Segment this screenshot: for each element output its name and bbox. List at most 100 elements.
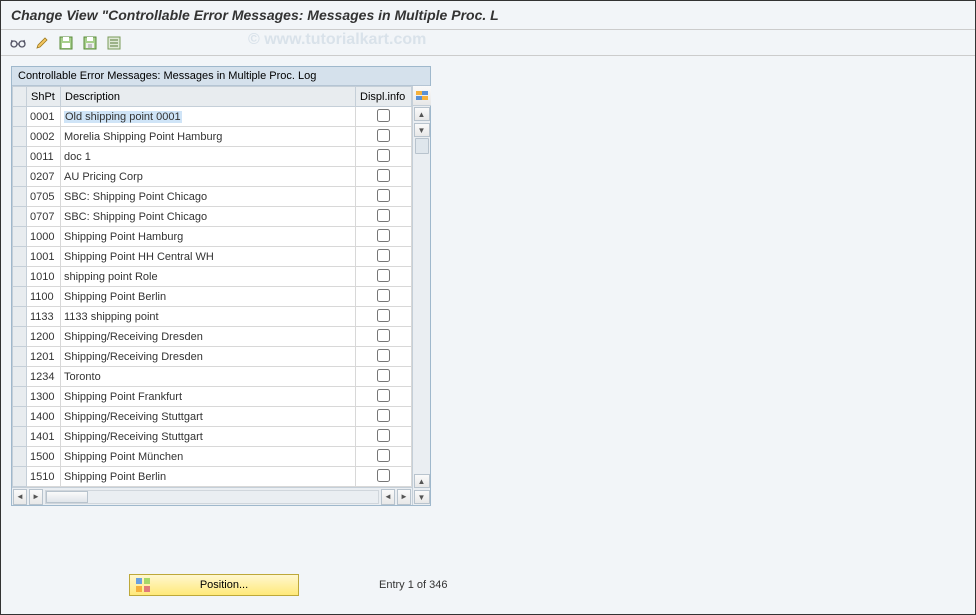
row-selector[interactable] [13, 167, 27, 187]
hscroll-thumb[interactable] [46, 491, 88, 503]
row-selector[interactable] [13, 207, 27, 227]
cell-shpt[interactable]: 1100 [27, 287, 61, 307]
cell-description[interactable]: SBC: Shipping Point Chicago [61, 207, 356, 227]
row-selector-header[interactable] [13, 87, 27, 107]
cell-shpt[interactable]: 1200 [27, 327, 61, 347]
cell-description[interactable]: Shipping Point Frankfurt [61, 387, 356, 407]
displinfo-checkbox[interactable] [377, 149, 390, 162]
cell-shpt[interactable]: 1300 [27, 387, 61, 407]
glasses-icon[interactable] [9, 34, 27, 52]
displinfo-checkbox[interactable] [377, 349, 390, 362]
cell-shpt[interactable]: 0001 [27, 107, 61, 127]
cell-description[interactable]: shipping point Role [61, 267, 356, 287]
row-selector[interactable] [13, 127, 27, 147]
displinfo-checkbox[interactable] [377, 429, 390, 442]
cell-description[interactable]: doc 1 [61, 147, 356, 167]
cell-description[interactable]: Shipping Point Hamburg [61, 227, 356, 247]
horizontal-scrollbar[interactable]: ◄ ► ◄ ► [12, 487, 412, 505]
row-selector[interactable] [13, 147, 27, 167]
row-selector[interactable] [13, 467, 27, 487]
hscroll-track[interactable] [45, 490, 379, 504]
cell-shpt[interactable]: 1400 [27, 407, 61, 427]
row-selector[interactable] [13, 327, 27, 347]
scroll-left-icon[interactable]: ◄ [13, 489, 27, 505]
cell-shpt[interactable]: 1001 [27, 247, 61, 267]
cell-shpt[interactable]: 1500 [27, 447, 61, 467]
row-selector[interactable] [13, 447, 27, 467]
cell-description[interactable]: Toronto [61, 367, 356, 387]
scroll-right2-icon[interactable]: ► [397, 489, 411, 505]
pencil-icon[interactable] [33, 34, 51, 52]
cell-shpt[interactable]: 1010 [27, 267, 61, 287]
cell-shpt[interactable]: 0707 [27, 207, 61, 227]
cell-description[interactable]: Shipping Point Berlin [61, 467, 356, 487]
displinfo-checkbox[interactable] [377, 109, 390, 122]
row-selector[interactable] [13, 387, 27, 407]
displinfo-checkbox[interactable] [377, 389, 390, 402]
list-icon[interactable] [105, 34, 123, 52]
scroll-up-step-icon[interactable]: ▲ [414, 474, 430, 488]
displinfo-checkbox[interactable] [377, 469, 390, 482]
col-shpt[interactable]: ShPt [27, 87, 61, 107]
save-icon[interactable] [57, 34, 75, 52]
displinfo-checkbox[interactable] [377, 269, 390, 282]
displinfo-checkbox[interactable] [377, 189, 390, 202]
row-selector[interactable] [13, 107, 27, 127]
col-description[interactable]: Description [61, 87, 356, 107]
position-button[interactable]: Position... [129, 574, 299, 596]
save-variant-icon[interactable] [81, 34, 99, 52]
cell-description[interactable]: Shipping/Receiving Stuttgart [61, 407, 356, 427]
cell-description[interactable]: SBC: Shipping Point Chicago [61, 187, 356, 207]
displinfo-checkbox[interactable] [377, 289, 390, 302]
row-selector[interactable] [13, 287, 27, 307]
cell-shpt[interactable]: 1401 [27, 427, 61, 447]
row-selector[interactable] [13, 307, 27, 327]
cell-shpt[interactable]: 0002 [27, 127, 61, 147]
cell-shpt[interactable]: 1510 [27, 467, 61, 487]
cell-description[interactable]: Morelia Shipping Point Hamburg [61, 127, 356, 147]
row-selector[interactable] [13, 347, 27, 367]
cell-shpt[interactable]: 0705 [27, 187, 61, 207]
displinfo-checkbox[interactable] [377, 209, 390, 222]
cell-description[interactable]: Shipping/Receiving Dresden [61, 347, 356, 367]
cell-shpt[interactable]: 1234 [27, 367, 61, 387]
row-selector[interactable] [13, 267, 27, 287]
row-selector[interactable] [13, 187, 27, 207]
row-selector[interactable] [13, 367, 27, 387]
scroll-down-step-icon[interactable]: ▼ [414, 123, 430, 137]
scroll-up-icon[interactable]: ▲ [414, 107, 430, 121]
cell-description[interactable]: Shipping Point München [61, 447, 356, 467]
row-selector[interactable] [13, 247, 27, 267]
displinfo-checkbox[interactable] [377, 229, 390, 242]
displinfo-checkbox[interactable] [377, 409, 390, 422]
cell-description[interactable]: AU Pricing Corp [61, 167, 356, 187]
vertical-scrollbar[interactable]: ▲ ▼ ▲ ▼ [412, 86, 430, 505]
cell-description[interactable]: Shipping Point HH Central WH [61, 247, 356, 267]
displinfo-checkbox[interactable] [377, 249, 390, 262]
table-settings-icon[interactable] [413, 86, 431, 106]
cell-shpt[interactable]: 0207 [27, 167, 61, 187]
cell-shpt[interactable]: 1201 [27, 347, 61, 367]
row-selector[interactable] [13, 227, 27, 247]
vscroll-thumb-top[interactable] [415, 138, 429, 154]
scroll-down-icon[interactable]: ▼ [414, 490, 430, 504]
displinfo-checkbox[interactable] [377, 129, 390, 142]
displinfo-checkbox[interactable] [377, 329, 390, 342]
scroll-right-icon[interactable]: ► [29, 489, 43, 505]
cell-description[interactable]: Shipping/Receiving Stuttgart [61, 427, 356, 447]
scroll-left2-icon[interactable]: ◄ [381, 489, 395, 505]
cell-description[interactable]: 1133 shipping point [61, 307, 356, 327]
displinfo-checkbox[interactable] [377, 309, 390, 322]
cell-shpt[interactable]: 0011 [27, 147, 61, 167]
row-selector[interactable] [13, 407, 27, 427]
cell-shpt[interactable]: 1133 [27, 307, 61, 327]
cell-description[interactable]: Shipping/Receiving Dresden [61, 327, 356, 347]
displinfo-checkbox[interactable] [377, 169, 390, 182]
displinfo-checkbox[interactable] [377, 449, 390, 462]
cell-description[interactable]: Shipping Point Berlin [61, 287, 356, 307]
cell-description[interactable]: Old shipping point 0001 [61, 107, 356, 127]
row-selector[interactable] [13, 427, 27, 447]
displinfo-checkbox[interactable] [377, 369, 390, 382]
cell-shpt[interactable]: 1000 [27, 227, 61, 247]
col-displinfo[interactable]: Displ.info [356, 87, 412, 107]
